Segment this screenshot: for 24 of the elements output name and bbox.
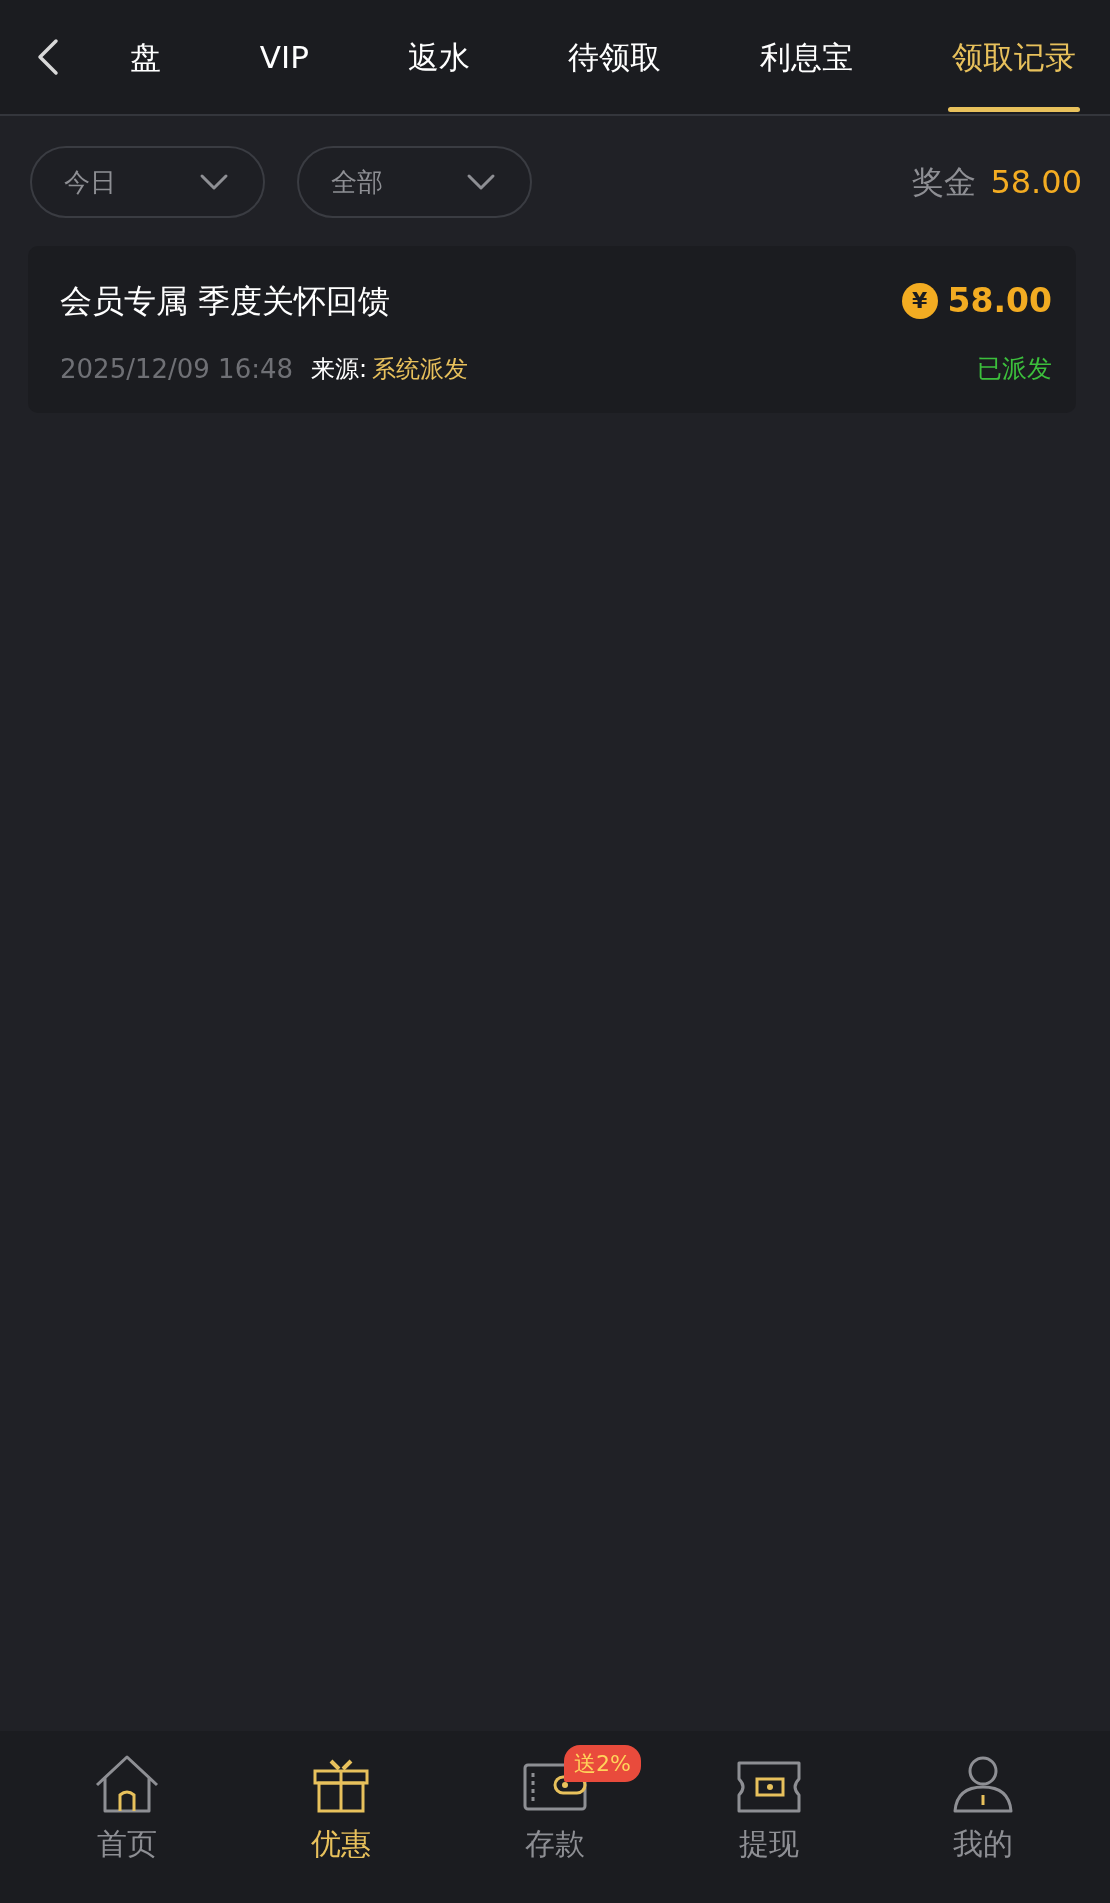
tab[interactable]: 领取记录 (947, 0, 1080, 114)
source-value: 系统派发 (372, 355, 469, 383)
tab[interactable]: 返水 (403, 0, 474, 114)
source-label: 来源: (311, 355, 368, 383)
nav-item[interactable]: 首页 (52, 1751, 202, 1866)
bonus-label: 奖金 (912, 162, 977, 203)
filter-dropdown[interactable]: 今日 (30, 146, 265, 218)
status-text: 已派发 (977, 353, 1052, 386)
chevron-down-icon (199, 173, 229, 191)
tab[interactable]: 利息宝 (756, 0, 858, 114)
tab[interactable]: 盘 (126, 0, 165, 114)
record-amount: 58.00 (947, 280, 1052, 322)
nav-item[interactable]: 我的 (908, 1751, 1058, 1866)
tab[interactable]: VIP (255, 0, 313, 114)
record-title: 会员专属 季度关怀回馈 (60, 280, 391, 322)
record-time: 2025/12/09 16:48 (60, 352, 294, 386)
nav-item[interactable]: 优惠 (266, 1751, 416, 1866)
promo-badge: 送2% (564, 1745, 641, 1782)
nav-item[interactable]: 提现 (694, 1751, 844, 1866)
chevron-down-icon (466, 173, 496, 191)
filter-dropdown[interactable]: 全部 (297, 146, 532, 218)
bonus-amount: 58.00 (990, 162, 1082, 203)
coin-icon: ¥ (901, 282, 938, 319)
tab[interactable]: 待领取 (564, 0, 666, 114)
